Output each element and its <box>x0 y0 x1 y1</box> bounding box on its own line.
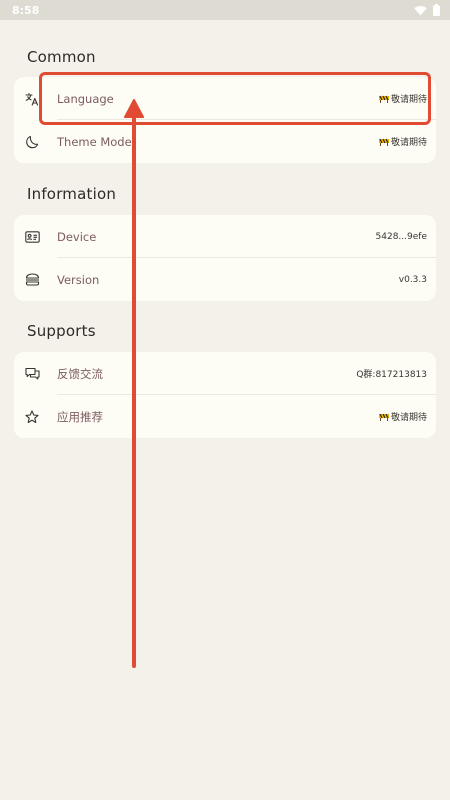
annotation-arrow <box>124 99 144 668</box>
